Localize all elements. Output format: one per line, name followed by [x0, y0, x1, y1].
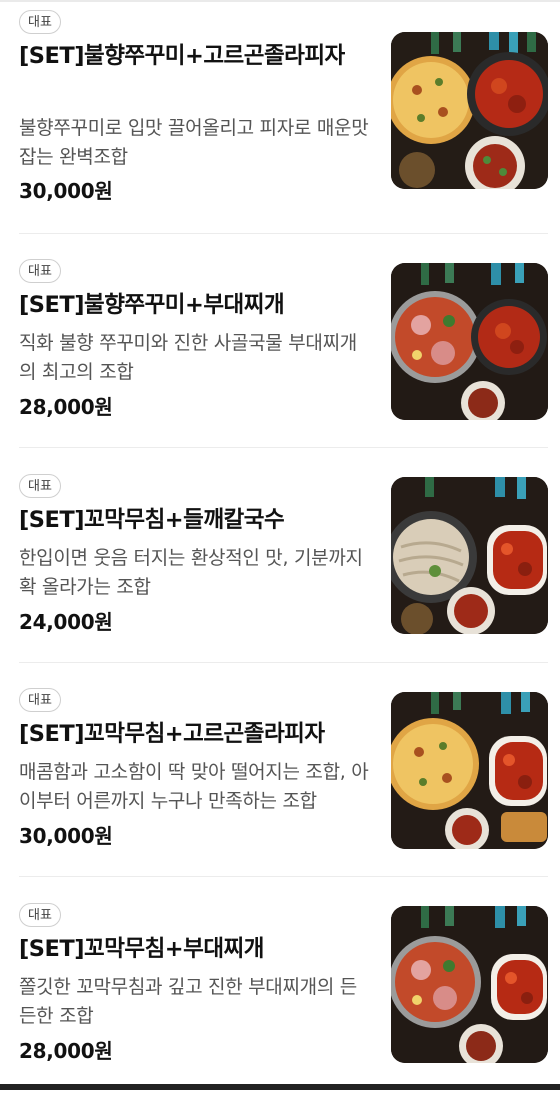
menu-item-price: 28,000원: [19, 1039, 113, 1063]
cockle-stew-photo[interactable]: [391, 906, 548, 1063]
signature-badge: 대표: [19, 903, 61, 927]
menu-item[interactable]: 대표 [SET]불향쭈꾸미+고르곤졸라피자 불향쭈꾸미로 입맛 끌어올리고 피자…: [19, 0, 548, 203]
item-divider: [19, 876, 548, 877]
cockle-noodle-photo[interactable]: [391, 477, 548, 634]
menu-item-title: [SET]꼬막무침+고르곤졸라피자: [19, 721, 325, 747]
jjukkumi-pizza-photo[interactable]: [391, 32, 548, 189]
menu-item-price: 28,000원: [19, 395, 113, 419]
signature-badge: 대표: [19, 474, 61, 498]
signature-badge: 대표: [19, 10, 61, 34]
signature-badge: 대표: [19, 259, 61, 283]
menu-item-title: [SET]불향쭈꾸미+부대찌개: [19, 292, 285, 318]
menu-item[interactable]: 대표 [SET]꼬막무침+들깨칼국수 한입이면 웃음 터지는 환상적인 맛, 기…: [19, 464, 548, 664]
menu-item-title: [SET]꼬막무침+들깨칼국수: [19, 507, 285, 533]
bottom-edge-bar: [0, 1084, 560, 1090]
menu-item[interactable]: 대표 [SET]불향쭈꾸미+부대찌개 직화 불향 쭈꾸미와 진한 사골국물 부대…: [19, 249, 548, 449]
menu-item-title: [SET]불향쭈꾸미+고르곤졸라피자: [19, 43, 345, 69]
menu-item-description: 쫄깃한 꼬막무침과 깊고 진한 부대찌개의 든든한 조합: [19, 976, 357, 1027]
jjukkumi-stew-photo[interactable]: [391, 263, 548, 420]
menu-item-price: 30,000원: [19, 824, 113, 848]
item-divider: [19, 662, 548, 663]
menu-item-description: 직화 불향 쭈꾸미와 진한 사골국물 부대찌개의 최고의 조합: [19, 332, 357, 383]
menu-item-price: 24,000원: [19, 610, 113, 634]
menu-item-title: [SET]꼬막무침+부대찌개: [19, 936, 264, 962]
menu-item[interactable]: 대표 [SET]꼬막무침+고르곤졸라피자 매콤함과 고소함이 딱 맞아 떨어지는…: [19, 678, 548, 878]
menu-item-description: 한입이면 웃음 터지는 환상적인 맛, 기분까지 확 올라가는 조합: [19, 547, 363, 598]
menu-item-price: 30,000원: [19, 179, 113, 203]
item-divider: [19, 233, 548, 234]
menu-item-description: 매콤함과 고소함이 딱 맞아 떨어지는 조합, 아이부터 어른까지 누구나 만족…: [19, 761, 369, 812]
cockle-pizza-photo[interactable]: [391, 692, 548, 849]
item-divider: [19, 447, 548, 448]
signature-badge: 대표: [19, 688, 61, 712]
menu-item[interactable]: 대표 [SET]꼬막무침+부대찌개 쫄깃한 꼬막무침과 깊고 진한 부대찌개의 …: [19, 893, 548, 1093]
menu-item-description: 불향쭈꾸미로 입맛 끌어올리고 피자로 매운맛 잡는 완벽조합: [19, 117, 369, 168]
